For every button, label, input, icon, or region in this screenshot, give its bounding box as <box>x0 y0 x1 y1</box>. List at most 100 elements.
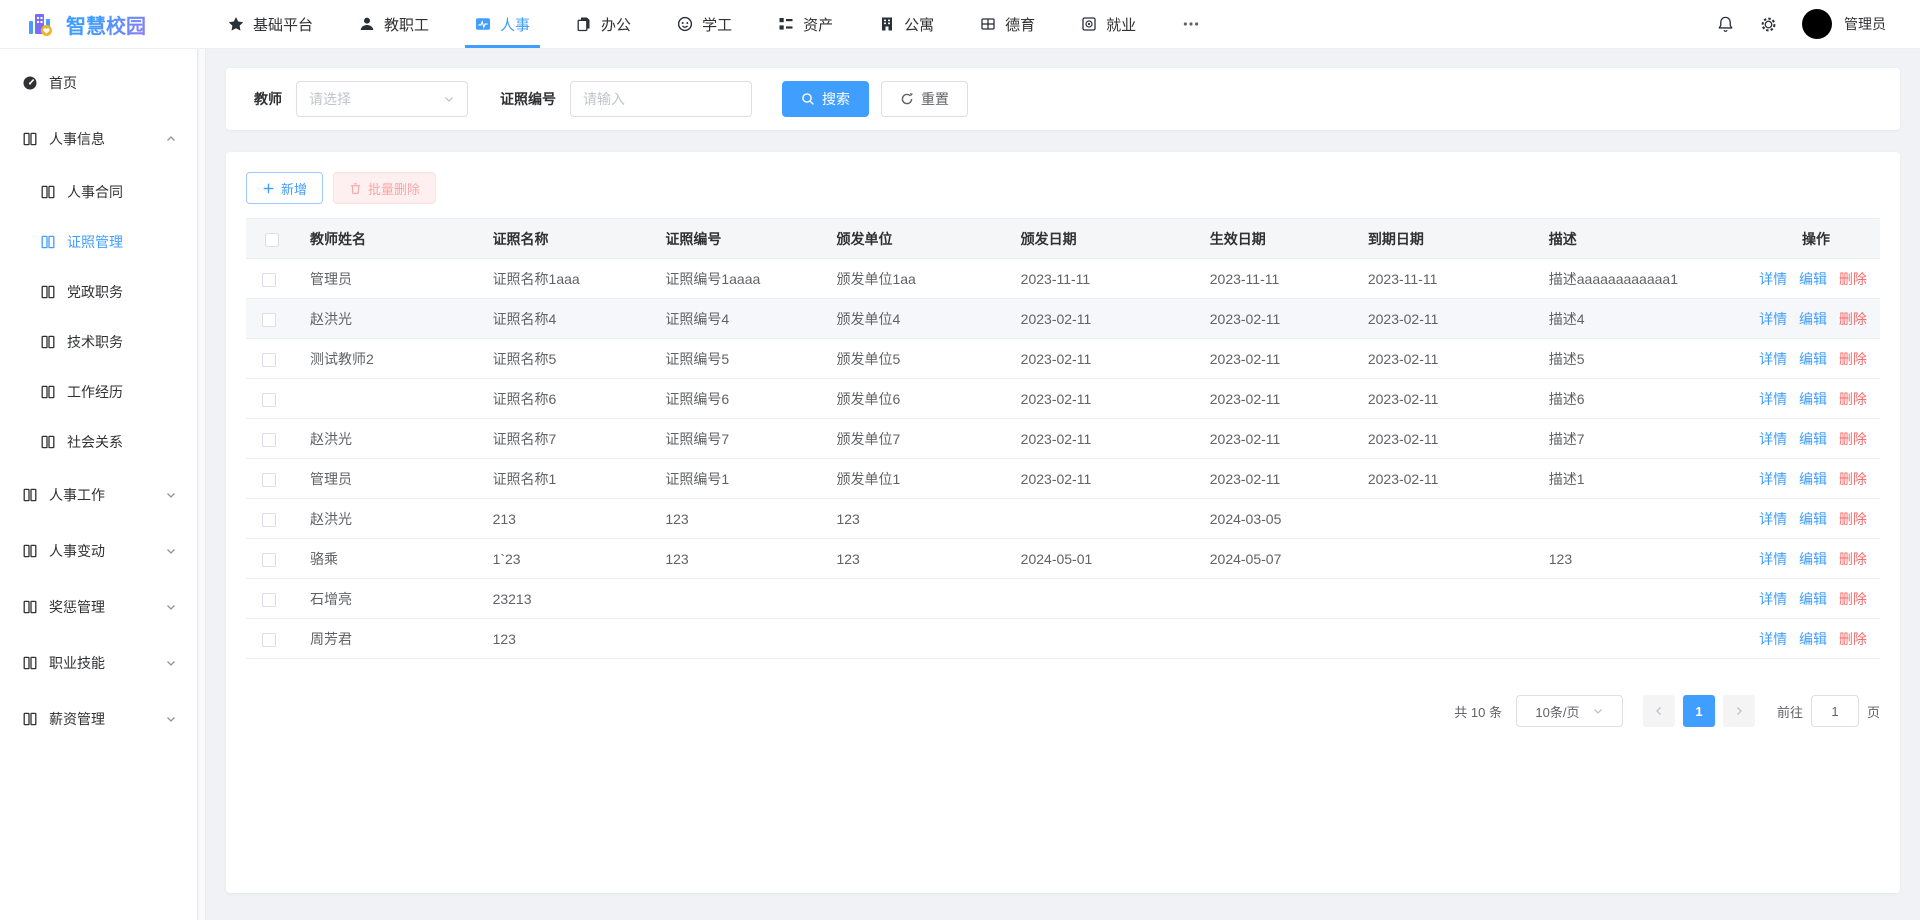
cell-teacher-name <box>298 379 481 419</box>
asset-icon <box>778 16 794 32</box>
row-checkbox[interactable] <box>262 633 276 647</box>
book-icon <box>40 234 56 250</box>
next-page-button[interactable] <box>1723 695 1755 727</box>
delete-link[interactable]: 删除 <box>1839 431 1867 447</box>
edit-link[interactable]: 编辑 <box>1799 391 1827 407</box>
delete-link[interactable]: 删除 <box>1839 511 1867 527</box>
user-name[interactable]: 管理员 <box>1844 14 1886 34</box>
sidebar-subitem[interactable]: 党政职务 <box>0 267 197 317</box>
detail-link[interactable]: 详情 <box>1759 271 1787 287</box>
select-all-checkbox[interactable] <box>265 233 279 247</box>
topnav-item[interactable]: 资产 <box>778 0 833 48</box>
table-header-row: 教师姓名证照名称证照编号颁发单位颁发日期生效日期到期日期描述操作 <box>246 219 1880 259</box>
cell-issuer: 颁发单位4 <box>824 299 1008 339</box>
cell-cert-no: 123 <box>653 499 824 539</box>
row-checkbox[interactable] <box>262 313 276 327</box>
detail-link[interactable]: 详情 <box>1759 311 1787 327</box>
topnav-item[interactable]: 办公 <box>576 0 631 48</box>
cell-expiry-date <box>1356 499 1537 539</box>
detail-link[interactable]: 详情 <box>1759 631 1787 647</box>
prev-page-button[interactable] <box>1643 695 1675 727</box>
sidebar-item[interactable]: 人事信息 <box>0 111 197 167</box>
row-checkbox[interactable] <box>262 513 276 527</box>
delete-link[interactable]: 删除 <box>1839 591 1867 607</box>
teacher-select[interactable]: 请选择 <box>296 81 468 117</box>
cell-expiry-date: 2023-02-11 <box>1356 459 1537 499</box>
delete-link[interactable]: 删除 <box>1839 351 1867 367</box>
row-checkbox[interactable] <box>262 433 276 447</box>
detail-link[interactable]: 详情 <box>1759 391 1787 407</box>
topnav-item[interactable]: 基础平台 <box>228 0 313 48</box>
row-checkbox[interactable] <box>262 273 276 287</box>
search-button[interactable]: 搜索 <box>782 81 869 117</box>
book-icon <box>40 384 56 400</box>
sidebar-item[interactable]: 人事工作 <box>0 467 197 523</box>
sidebar-item[interactable]: 人事变动 <box>0 523 197 579</box>
sidebar-item-label: 首页 <box>49 73 77 93</box>
edit-link[interactable]: 编辑 <box>1799 631 1827 647</box>
bell-icon[interactable] <box>1716 15 1735 34</box>
gear-icon[interactable] <box>1759 15 1778 34</box>
delete-link[interactable]: 删除 <box>1839 631 1867 647</box>
topnav-item[interactable]: 人事 <box>475 0 530 48</box>
detail-link[interactable]: 详情 <box>1759 511 1787 527</box>
add-button[interactable]: 新增 <box>246 172 323 204</box>
topnav-item[interactable]: 公寓 <box>879 0 934 48</box>
edit-link[interactable]: 编辑 <box>1799 591 1827 607</box>
ellipsis-icon[interactable] <box>1182 15 1200 33</box>
cert-no-label: 证照编号 <box>500 89 556 109</box>
topnav-item[interactable]: 就业 <box>1081 0 1136 48</box>
sidebar-subitem[interactable]: 工作经历 <box>0 367 197 417</box>
cell-expiry-date <box>1356 619 1537 659</box>
delete-link[interactable]: 删除 <box>1839 551 1867 567</box>
sidebar-subitem[interactable]: 人事合同 <box>0 167 197 217</box>
row-checkbox[interactable] <box>262 593 276 607</box>
edit-link[interactable]: 编辑 <box>1799 471 1827 487</box>
detail-link[interactable]: 详情 <box>1759 431 1787 447</box>
sidebar-subitem[interactable]: 社会关系 <box>0 417 197 467</box>
topnav-item[interactable]: 教职工 <box>359 0 429 48</box>
row-checkbox[interactable] <box>262 473 276 487</box>
sidebar-item[interactable]: 薪资管理 <box>0 691 197 747</box>
sidebar-item[interactable]: 首页 <box>0 55 197 111</box>
sidebar-item[interactable]: 奖惩管理 <box>0 579 197 635</box>
delete-link[interactable]: 删除 <box>1839 391 1867 407</box>
cell-cert-no: 证照编号7 <box>653 419 824 459</box>
delete-link[interactable]: 删除 <box>1839 471 1867 487</box>
detail-link[interactable]: 详情 <box>1759 591 1787 607</box>
delete-link[interactable]: 删除 <box>1839 271 1867 287</box>
page-size-select[interactable]: 10条/页 <box>1516 695 1623 727</box>
edit-link[interactable]: 编辑 <box>1799 351 1827 367</box>
edit-link[interactable]: 编辑 <box>1799 551 1827 567</box>
cell-teacher-name: 管理员 <box>298 459 481 499</box>
goto-page-input[interactable] <box>1811 695 1859 727</box>
sidebar-subitem[interactable]: 证照管理 <box>0 217 197 267</box>
edit-link[interactable]: 编辑 <box>1799 311 1827 327</box>
row-checkbox[interactable] <box>262 393 276 407</box>
sidebar-item[interactable]: 职业技能 <box>0 635 197 691</box>
topnav-item-label: 人事 <box>500 14 530 35</box>
cell-description <box>1537 619 1752 659</box>
topnav-item[interactable]: 学工 <box>677 0 732 48</box>
cell-cert-no: 证照编号6 <box>653 379 824 419</box>
edit-link[interactable]: 编辑 <box>1799 431 1827 447</box>
current-page-button[interactable]: 1 <box>1683 695 1715 727</box>
reset-button[interactable]: 重置 <box>881 81 968 117</box>
chevron-down-icon <box>165 713 177 725</box>
delete-link[interactable]: 删除 <box>1839 311 1867 327</box>
avatar[interactable] <box>1802 9 1832 39</box>
cert-no-input[interactable] <box>570 81 752 117</box>
cell-issue-date: 2023-02-11 <box>1009 419 1198 459</box>
detail-link[interactable]: 详情 <box>1759 351 1787 367</box>
batch-delete-button[interactable]: 批量删除 <box>333 172 436 204</box>
row-checkbox[interactable] <box>262 553 276 567</box>
detail-link[interactable]: 详情 <box>1759 551 1787 567</box>
row-checkbox[interactable] <box>262 353 276 367</box>
topnav-item[interactable]: 德育 <box>980 0 1035 48</box>
edit-link[interactable]: 编辑 <box>1799 511 1827 527</box>
detail-link[interactable]: 详情 <box>1759 471 1787 487</box>
sidebar-scrollbar[interactable] <box>199 49 206 920</box>
sidebar-subitem[interactable]: 技术职务 <box>0 317 197 367</box>
topnav-item-label: 教职工 <box>384 14 429 35</box>
edit-link[interactable]: 编辑 <box>1799 271 1827 287</box>
